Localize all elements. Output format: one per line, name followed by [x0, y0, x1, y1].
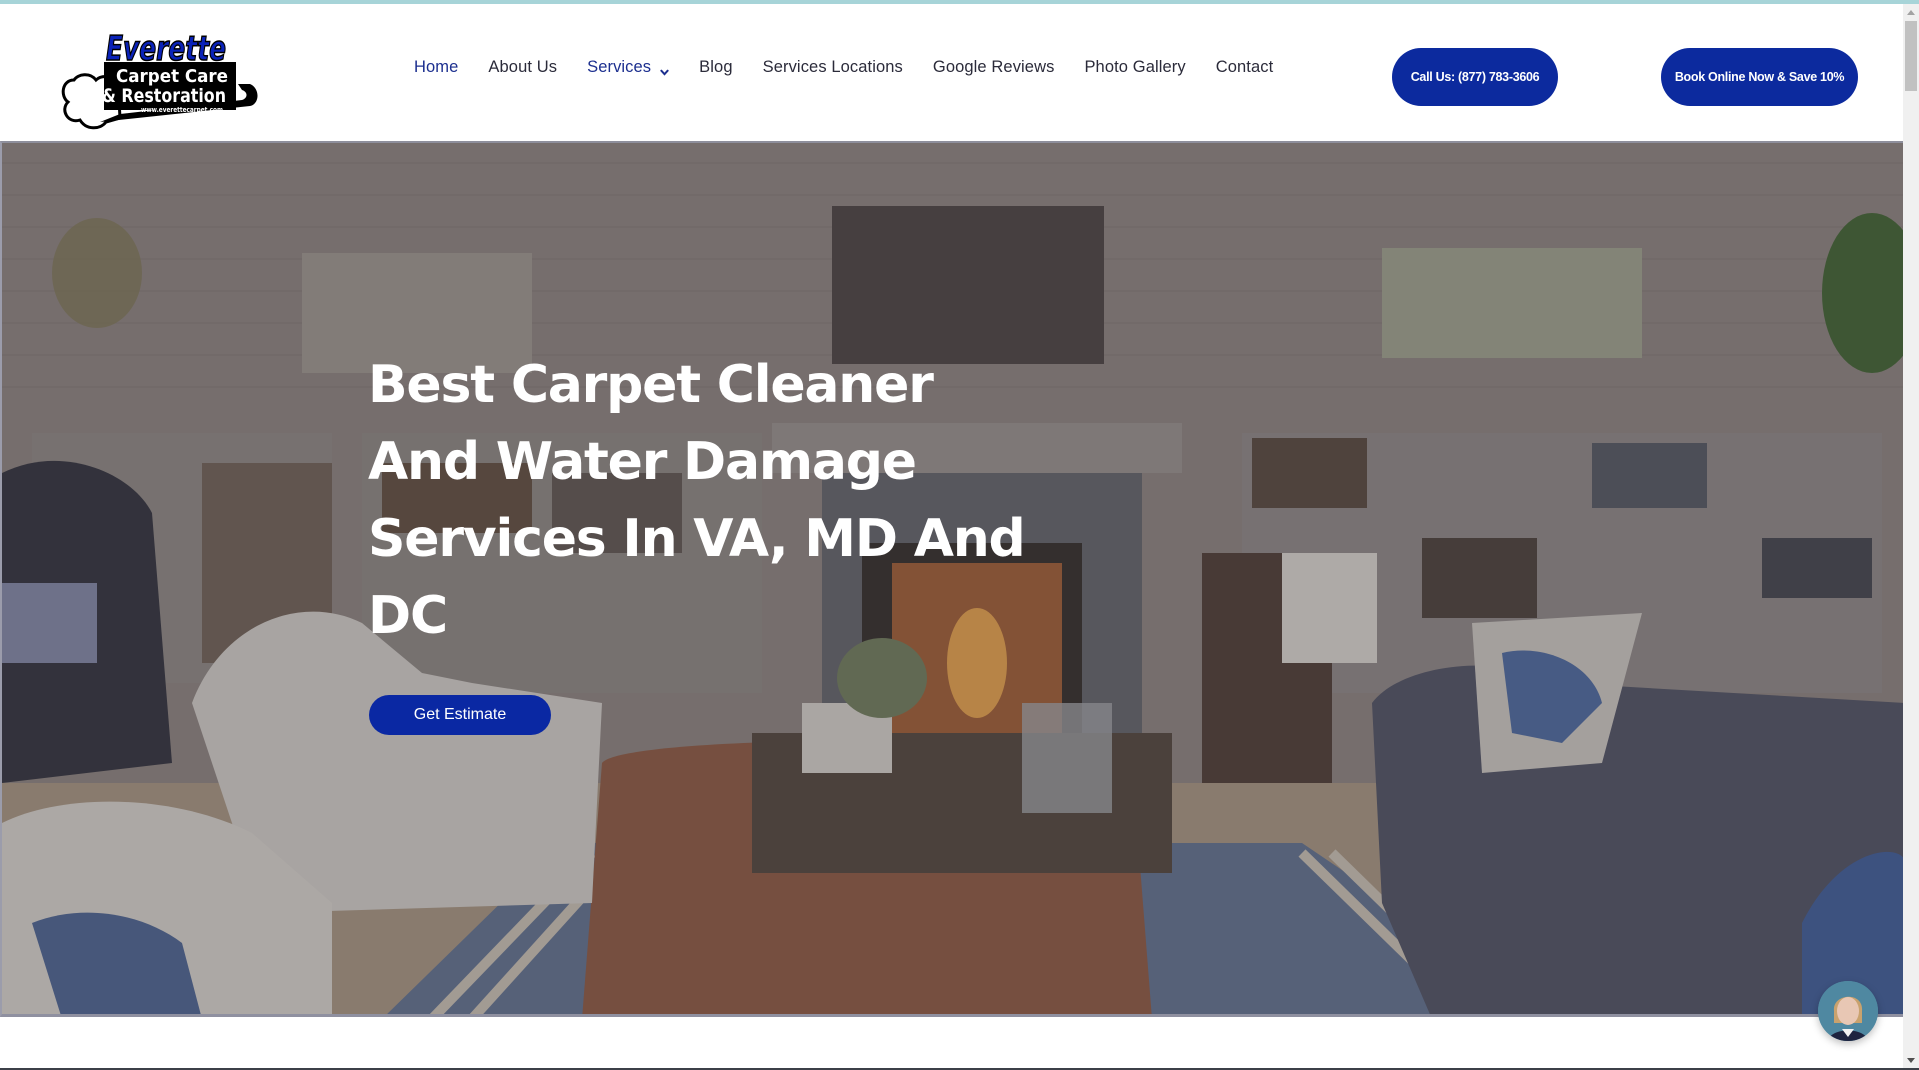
- hero-title: Best Carpet Cleaner And Water Damage Ser…: [368, 347, 1068, 655]
- nav-label: Blog: [699, 57, 733, 76]
- nav-label: Photo Gallery: [1084, 57, 1186, 76]
- nav-services[interactable]: Services: [587, 58, 669, 77]
- chevron-down-icon: [660, 63, 669, 76]
- nav-contact[interactable]: Contact: [1216, 58, 1274, 77]
- scroll-down-arrow-icon[interactable]: [1903, 1052, 1919, 1068]
- nav-label: Services Locations: [762, 57, 903, 76]
- nav-services-locations[interactable]: Services Locations: [763, 58, 903, 77]
- svg-text:www.everettecarpet.com: www.everettecarpet.com: [141, 106, 223, 114]
- hero-title-line: And Water Damage: [368, 432, 917, 492]
- nav-label: Google Reviews: [932, 57, 1055, 76]
- scrollbar-thumb[interactable]: [1905, 21, 1917, 91]
- nav-google-reviews[interactable]: Google Reviews: [933, 58, 1055, 77]
- svg-text:& Restoration: & Restoration: [102, 85, 226, 107]
- nav-label: Contact: [1215, 57, 1274, 76]
- nav-blog[interactable]: Blog: [699, 58, 732, 77]
- nav-photo-gallery[interactable]: Photo Gallery: [1084, 58, 1185, 77]
- site-header: Everette Carpet Care & Restoration www.e…: [0, 4, 1903, 141]
- nav-label: Services: [587, 57, 652, 76]
- hero-title-line: DC: [368, 586, 448, 646]
- get-estimate-button[interactable]: Get Estimate: [369, 695, 551, 735]
- chat-widget-avatar[interactable]: [1818, 981, 1878, 1041]
- call-us-button[interactable]: Call Us: (877) 783-3606: [1392, 48, 1558, 106]
- logo-graphic: Everette Carpet Care & Restoration www.e…: [61, 28, 258, 130]
- nav-label: About Us: [488, 57, 558, 76]
- scroll-up-arrow-icon[interactable]: [1903, 4, 1919, 20]
- book-online-button[interactable]: Book Online Now & Save 10%: [1661, 48, 1858, 106]
- page-scrollbar[interactable]: [1903, 4, 1919, 1068]
- nav-about-us[interactable]: About Us: [488, 58, 557, 77]
- support-agent-avatar-icon: [1818, 981, 1878, 1041]
- site-logo[interactable]: Everette Carpet Care & Restoration www.e…: [60, 22, 260, 134]
- hero-section: Best Carpet Cleaner And Water Damage Ser…: [0, 141, 1903, 1017]
- svg-text:Everette: Everette: [106, 29, 226, 69]
- svg-text:Carpet Care: Carpet Care: [116, 66, 228, 87]
- nav-label: Home: [414, 57, 459, 76]
- hero-title-line: Services In VA, MD And: [368, 509, 1026, 569]
- main-nav: Home About Us Services Blog Services Loc…: [414, 54, 1303, 80]
- hero-title-line: Best Carpet Cleaner: [368, 355, 934, 415]
- nav-home[interactable]: Home: [414, 58, 458, 77]
